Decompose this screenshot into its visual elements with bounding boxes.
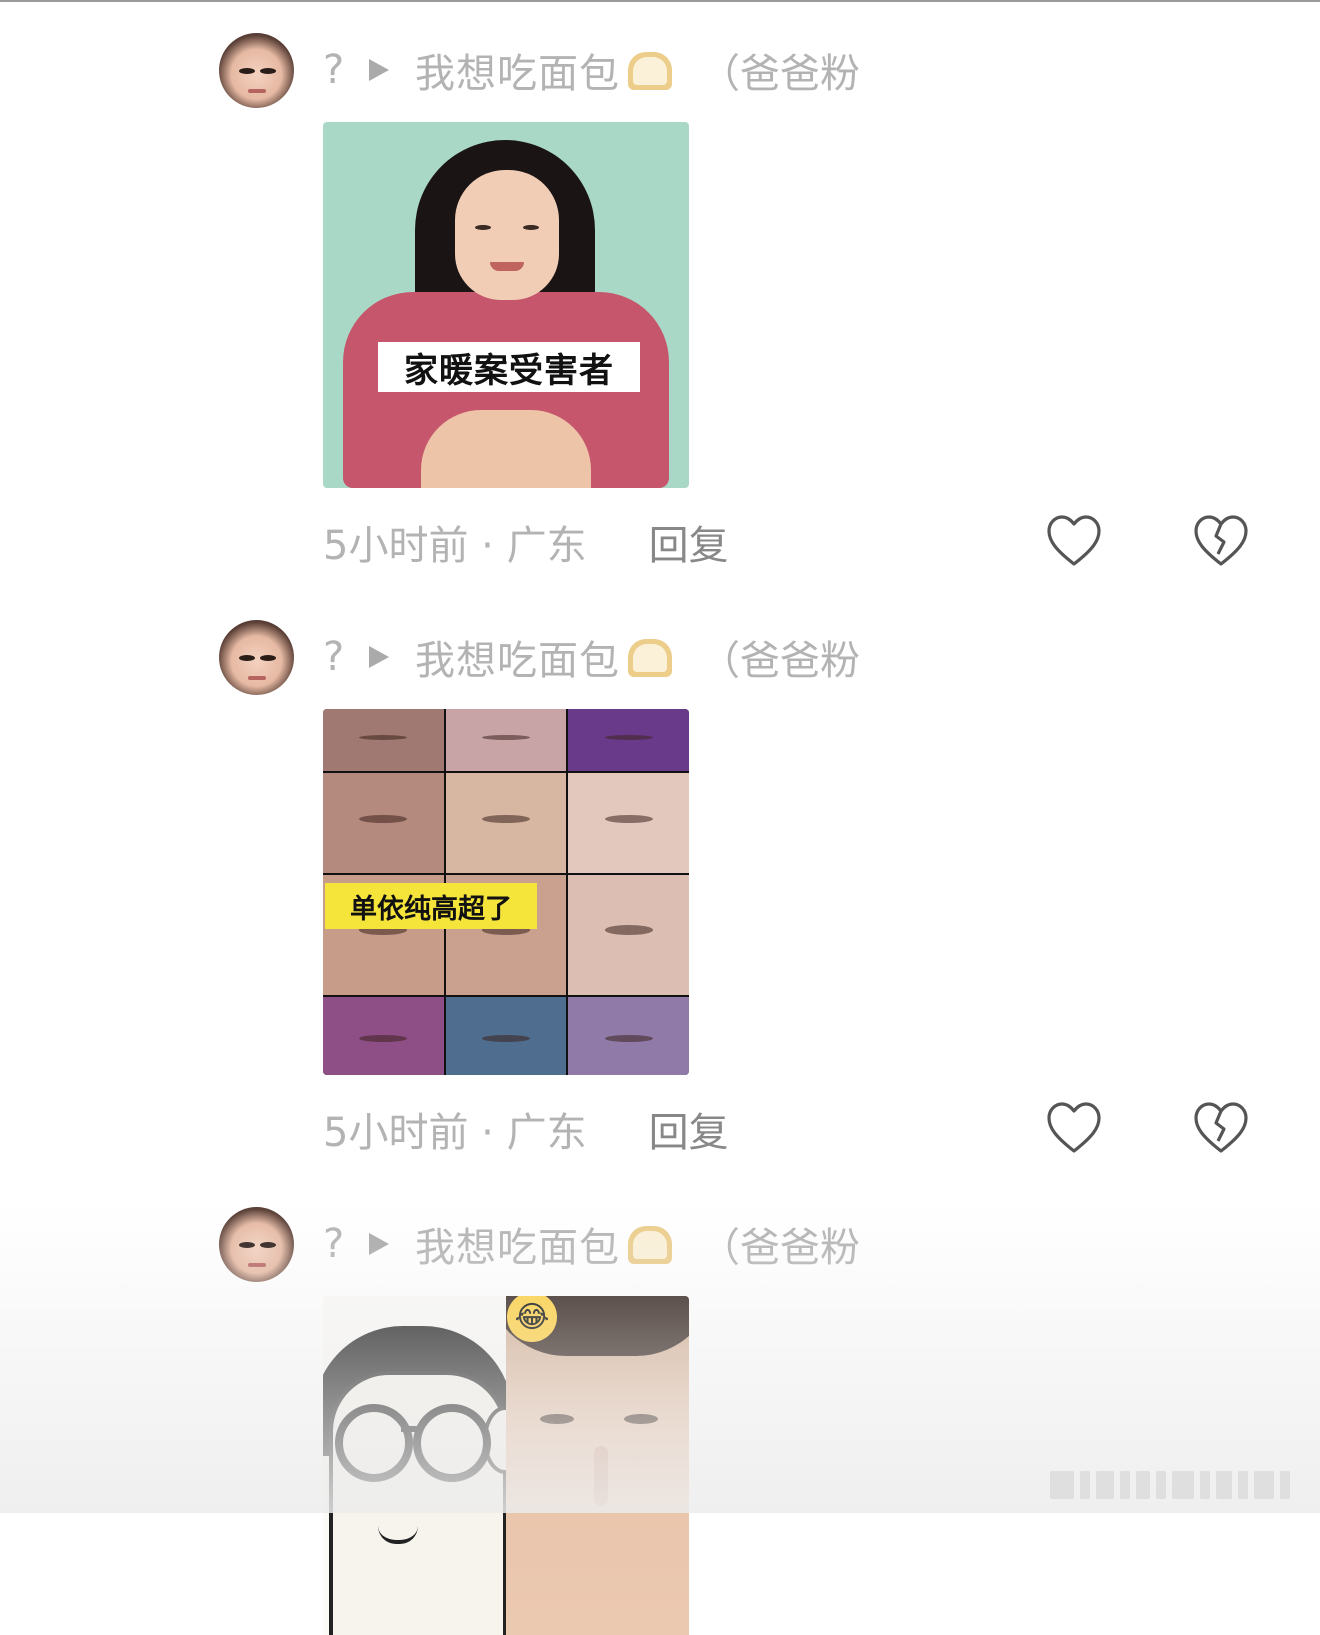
reply-button[interactable]: 回复 [649, 513, 729, 571]
watermark-mark [1050, 1466, 1310, 1504]
avatar[interactable] [219, 33, 294, 108]
image-caption: 单依纯高超了 [325, 883, 537, 929]
photo-face [506, 1296, 689, 1635]
comment-header: ? 我想吃面包 （爸爸粉 [323, 627, 860, 687]
play-triangle-icon [369, 1233, 389, 1255]
reply-button[interactable]: 回复 [649, 1100, 729, 1158]
username[interactable]: 我想吃面包 [415, 41, 620, 99]
image-caption: 家暖案受害者 [378, 342, 640, 392]
avatar[interactable] [219, 1207, 294, 1282]
username[interactable]: 我想吃面包 [415, 628, 620, 686]
play-triangle-icon [369, 59, 389, 81]
top-divider [0, 0, 1320, 2]
heart-outline-icon[interactable] [1046, 1101, 1102, 1155]
bread-emoji-icon [626, 635, 674, 679]
avatar[interactable] [219, 620, 294, 695]
bread-emoji-icon [626, 1222, 674, 1266]
username[interactable]: 我想吃面包 [415, 1215, 620, 1273]
bread-emoji-icon [626, 48, 674, 92]
timestamp-location: 5小时前 · 广东 [323, 523, 587, 569]
user-prefix: ? [323, 47, 345, 93]
user-tag: （爸爸粉 [700, 1225, 860, 1271]
user-tag: （爸爸粉 [700, 638, 860, 684]
comment-image[interactable]: 😂 [323, 1296, 689, 1635]
comment-actions: 5小时前 · 广东 回复 [323, 1099, 1273, 1159]
comment-image[interactable]: 单依纯高超了 [323, 709, 689, 1075]
timestamp-location: 5小时前 · 广东 [323, 1110, 587, 1156]
broken-heart-icon[interactable] [1193, 514, 1249, 568]
comment-image[interactable]: 家暖案受害者 [323, 122, 689, 488]
user-tag: （爸爸粉 [700, 51, 860, 97]
user-prefix: ? [323, 634, 345, 680]
comment-header: ? 我想吃面包 （爸爸粉 [323, 40, 860, 100]
user-prefix: ? [323, 1221, 345, 1267]
play-triangle-icon [369, 646, 389, 668]
comment-actions: 5小时前 · 广东 回复 [323, 512, 1273, 572]
comment-header: ? 我想吃面包 （爸爸粉 [323, 1214, 860, 1274]
broken-heart-icon[interactable] [1193, 1101, 1249, 1155]
heart-outline-icon[interactable] [1046, 514, 1102, 568]
cartoon-face [323, 1296, 506, 1635]
